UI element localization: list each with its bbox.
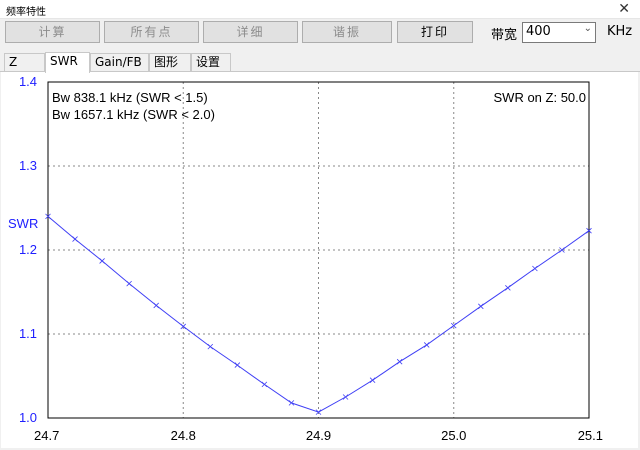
x-tick-label: 24.8 (171, 428, 196, 443)
x-tick-label: 24.9 (306, 428, 331, 443)
bandwidth-annotation-1: Bw 838.1 kHz (SWR < 1.5) (52, 90, 208, 105)
swr-data-point (72, 236, 78, 242)
swr-data-point (342, 394, 349, 400)
swr-chart: 24.7 24.8 24.9 25.0 25.1 1.0 1.1 1.2 1.3 1.4 SWR … (8, 74, 603, 443)
y-tick-label: 1.0 (19, 410, 37, 425)
swr-data-point (423, 342, 430, 348)
swr-reference-annotation: SWR on Z: 50.0 (494, 90, 586, 105)
bandwidth-annotation-2: Bw 1657.1 kHz (SWR < 2.0) (52, 107, 215, 122)
swr-data-point (505, 285, 511, 291)
y-tick-label: 1.4 (19, 74, 37, 89)
y-tick-label: 1.1 (19, 326, 37, 341)
y-tick-label: 1.2 (19, 242, 37, 257)
swr-data-point (261, 381, 268, 388)
x-tick-label: 25.0 (441, 428, 466, 443)
swr-data-point (207, 343, 214, 350)
swr-data-point (532, 265, 538, 272)
x-tick-label: 25.1 (578, 428, 603, 443)
swr-data-point (396, 358, 403, 365)
swr-data-point (288, 400, 295, 406)
y-tick-label: 1.3 (19, 158, 37, 173)
swr-data-point (478, 303, 484, 310)
y-axis-title: SWR (8, 216, 38, 231)
tab-swr[interactable]: SWR (45, 52, 90, 73)
swr-data-point (126, 280, 132, 287)
swr-data-point (99, 258, 105, 264)
swr-data-point (234, 362, 241, 368)
swr-data-point (369, 377, 376, 383)
x-tick-label: 24.7 (34, 428, 59, 443)
swr-data-point (153, 302, 159, 309)
